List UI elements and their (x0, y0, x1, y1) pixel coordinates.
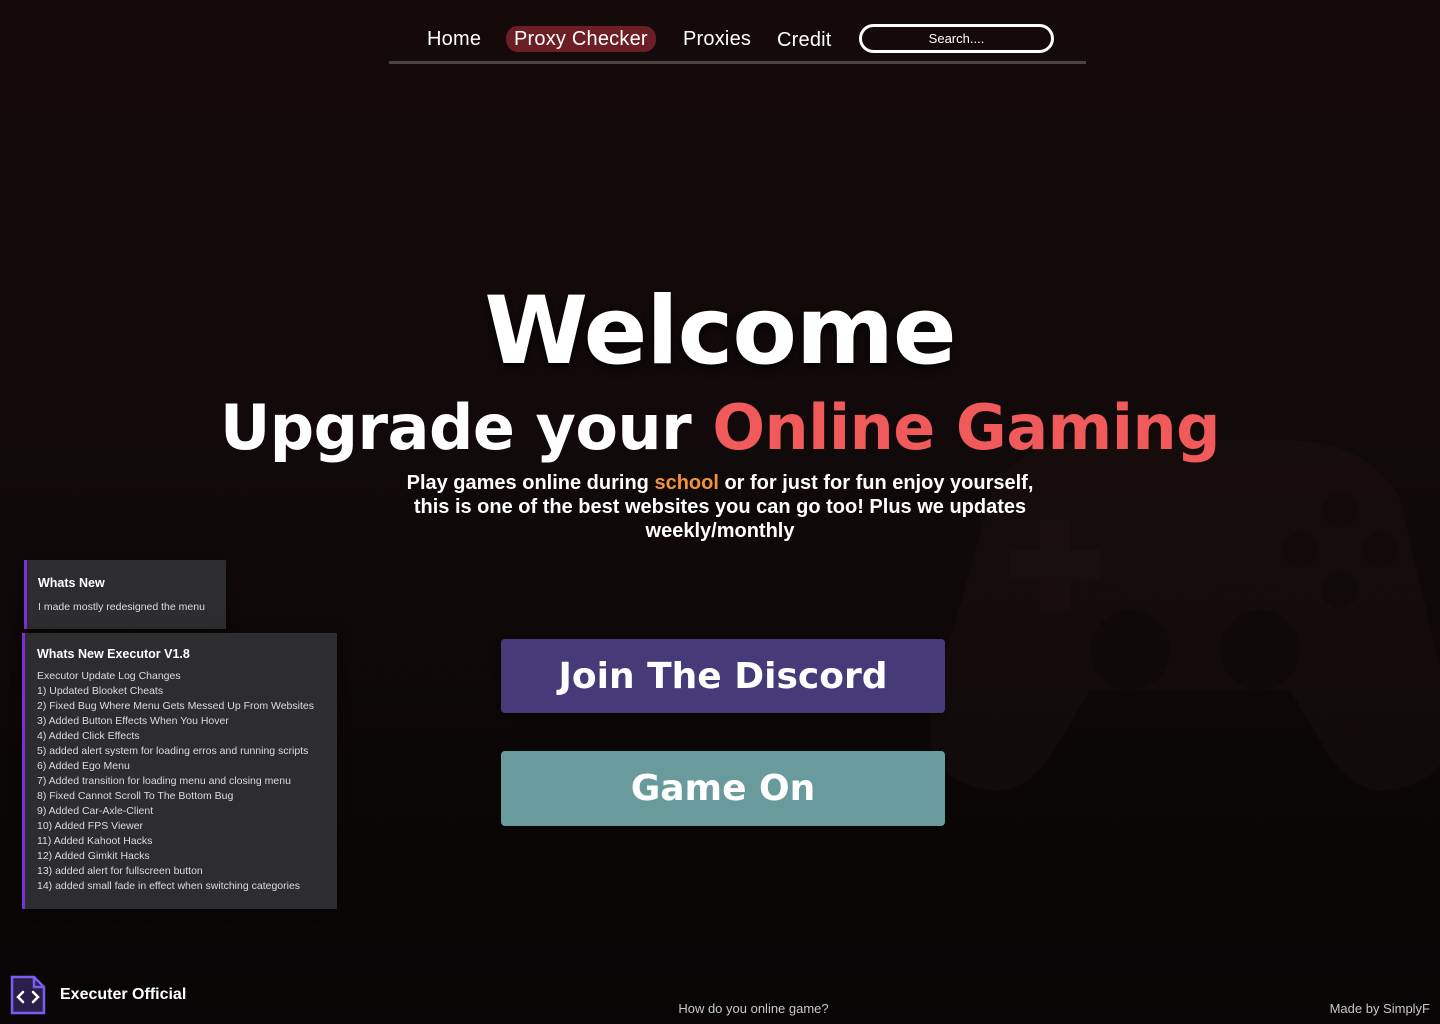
welcome-heading: Welcome (484, 277, 956, 386)
search-input[interactable] (859, 24, 1054, 53)
log-line: 1) Updated Blooket Cheats (37, 685, 164, 697)
join-discord-button[interactable]: Join The Discord (501, 639, 945, 713)
whats-new-title: Whats New (38, 576, 105, 590)
log-line: 5) added alert system for loading erros … (37, 745, 309, 757)
whats-new-text: I made mostly redesigned the menu (38, 601, 205, 613)
log-line: 12) Added Gimkit Hacks (37, 850, 150, 862)
top-nav: Home Proxy Checker Proxies Credit (389, 22, 1086, 64)
nav-home-link[interactable]: Home (419, 26, 489, 52)
log-line: 7) Added transition for loading menu and… (37, 775, 291, 787)
whats-new-panel: Whats New I made mostly redesigned the m… (24, 560, 226, 629)
hero-description: Play games online during school or for j… (400, 471, 1040, 543)
log-line: 3) Added Button Effects When You Hover (37, 715, 229, 727)
executor-update-title: Whats New Executor V1.8 (37, 647, 190, 661)
nav-proxy-checker-link[interactable]: Proxy Checker (506, 26, 656, 52)
log-line: 14) added small fade in effect when swit… (37, 880, 301, 892)
hero-desc-before: Play games online during (406, 472, 655, 494)
hero-subtitle-accent: Online Gaming (712, 391, 1221, 464)
executor-update-panel: Whats New Executor V1.8 Executor Update … (22, 633, 337, 909)
footer-question: How do you online game? (678, 1001, 829, 1016)
hero-desc-highlight: school (654, 472, 719, 494)
log-line: 13) added alert for fullscreen button (37, 865, 203, 877)
nav-credit-link[interactable]: Credit (769, 27, 840, 53)
log-line: 10) Added FPS Viewer (37, 820, 144, 832)
log-line: 6) Added Ego Menu (37, 760, 130, 772)
log-line: 11) Added Kahoot Hacks (37, 835, 153, 847)
log-line: Executor Update Log Changes (37, 670, 181, 682)
nav-proxies-link[interactable]: Proxies (675, 26, 759, 52)
log-line: 4) Added Click Effects (37, 730, 140, 742)
footer-credit: Made by SimplyF (1329, 1001, 1430, 1016)
log-line: 9) Added Car-Axle-Client (37, 805, 154, 817)
log-line: 8) Fixed Cannot Scroll To The Bottom Bug (37, 790, 234, 802)
log-line: 2) Fixed Bug Where Menu Gets Messed Up F… (37, 700, 314, 712)
game-on-button[interactable]: Game On (501, 751, 945, 826)
hero-subtitle-prefix: Upgrade your (219, 391, 713, 464)
hero-subtitle: Upgrade your Online Gaming (0, 392, 1440, 464)
